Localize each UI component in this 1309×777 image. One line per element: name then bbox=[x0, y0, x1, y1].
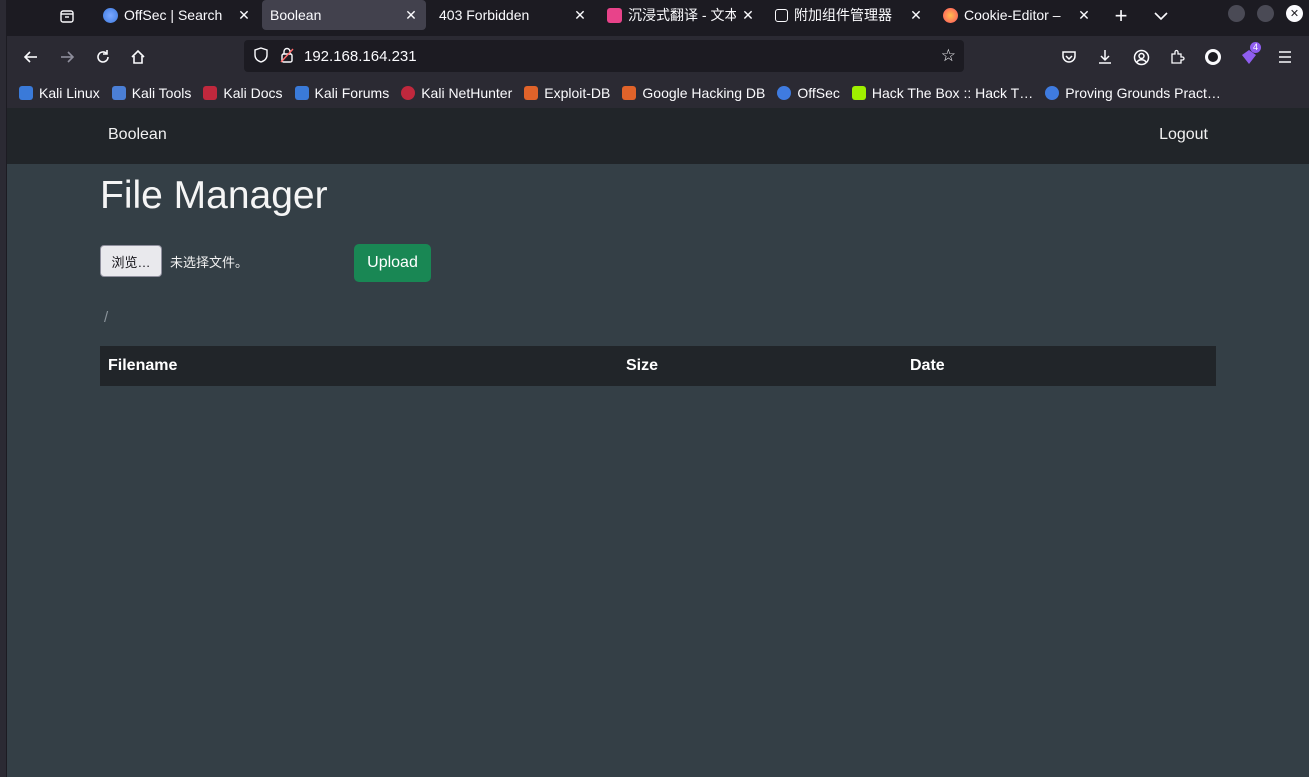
forward-icon[interactable] bbox=[53, 44, 81, 70]
browse-file-button[interactable]: 浏览… bbox=[100, 245, 162, 277]
window-close-icon[interactable]: ✕ bbox=[1286, 5, 1303, 22]
close-icon[interactable]: ✕ bbox=[235, 6, 253, 24]
back-icon[interactable] bbox=[17, 44, 45, 70]
bookmark-label: Kali Tools bbox=[131, 85, 192, 101]
bookmark-label: Kali Docs bbox=[223, 85, 283, 101]
tab-title: OffSec | Search bbox=[124, 7, 223, 23]
site-navbar: Boolean Logout bbox=[7, 108, 1309, 164]
offsec-icon bbox=[1045, 86, 1060, 100]
upload-button[interactable]: Upload bbox=[354, 244, 431, 282]
tab-title: 沉浸式翻译 - 文本 bbox=[628, 7, 736, 23]
bookmark-offsec[interactable]: OffSec bbox=[777, 85, 840, 101]
downloads-icon[interactable] bbox=[1091, 44, 1119, 70]
home-icon[interactable] bbox=[124, 44, 152, 70]
bookmark-hack-the-box[interactable]: Hack The Box :: Hack T… bbox=[851, 85, 1034, 101]
bookmark-label: Proving Grounds Pract… bbox=[1065, 85, 1221, 101]
logout-link[interactable]: Logout bbox=[1159, 126, 1208, 144]
exploit-db-icon bbox=[524, 86, 539, 100]
bookmark-kali-forums[interactable]: Kali Forums bbox=[294, 85, 390, 101]
extension-circle-icon[interactable] bbox=[1199, 44, 1227, 70]
bookmark-label: Kali Forums bbox=[314, 85, 390, 101]
firefox-icon bbox=[943, 7, 958, 23]
kali-tools-icon bbox=[111, 86, 126, 100]
no-file-selected-text: 未选择文件。 bbox=[170, 255, 249, 270]
offsec-favicon-icon bbox=[103, 7, 118, 23]
close-icon[interactable]: ✕ bbox=[739, 6, 757, 24]
insecure-lock-icon[interactable] bbox=[278, 47, 296, 66]
page-title: File Manager bbox=[100, 174, 328, 217]
date-column-header: Date bbox=[902, 346, 1216, 386]
extensions-icon[interactable] bbox=[1163, 44, 1191, 70]
bookmark-kali-linux[interactable]: Kali Linux bbox=[19, 85, 100, 101]
bookmark-label: Hack The Box :: Hack T… bbox=[871, 85, 1034, 101]
tab-403-forbidden[interactable]: 403 Forbidden ✕ bbox=[431, 0, 595, 30]
page-viewport: Boolean Logout File Manager 浏览… 未选择文件。 U… bbox=[7, 108, 1309, 777]
filename-column-header: Filename bbox=[100, 346, 618, 386]
kali-docs-icon bbox=[203, 86, 218, 100]
kali-forums-icon bbox=[294, 86, 309, 100]
bookmark-kali-tools[interactable]: Kali Tools bbox=[111, 85, 192, 101]
offsec-icon bbox=[777, 86, 792, 100]
url-bar[interactable]: 192.168.164.231 ☆ bbox=[244, 40, 964, 72]
htb-cube-icon bbox=[851, 86, 866, 100]
nethunter-icon bbox=[401, 86, 416, 100]
bookmark-label: Kali Linux bbox=[39, 85, 100, 101]
navigation-toolbar: 192.168.164.231 ☆ 4 bbox=[7, 36, 1309, 78]
maximize-icon[interactable] bbox=[1257, 5, 1274, 22]
translate-favicon-icon bbox=[607, 7, 622, 23]
url-text[interactable]: 192.168.164.231 bbox=[304, 48, 417, 65]
kali-dragon-icon bbox=[19, 86, 33, 100]
tab-immersive-translate[interactable]: 沉浸式翻译 - 文本 ✕ bbox=[599, 0, 763, 30]
bookmark-label: Google Hacking DB bbox=[642, 85, 766, 101]
close-icon[interactable]: ✕ bbox=[907, 6, 925, 24]
tab-boolean[interactable]: Boolean ✕ bbox=[262, 0, 426, 30]
close-icon[interactable]: ✕ bbox=[402, 6, 420, 24]
table-header-row: Filename Size Date bbox=[100, 346, 1216, 386]
close-icon[interactable]: ✕ bbox=[1075, 6, 1093, 24]
file-table: Filename Size Date bbox=[100, 346, 1216, 386]
minimize-icon[interactable] bbox=[1228, 5, 1245, 22]
bookmark-kali-nethunter[interactable]: Kali NetHunter bbox=[401, 85, 512, 101]
breadcrumb[interactable]: / bbox=[104, 309, 108, 326]
ghdb-icon bbox=[622, 86, 637, 100]
bookmark-proving-grounds[interactable]: Proving Grounds Pract… bbox=[1045, 85, 1221, 101]
bookmark-google-hacking-db[interactable]: Google Hacking DB bbox=[622, 85, 765, 101]
bookmark-label: Exploit-DB bbox=[544, 85, 611, 101]
bookmark-exploit-db[interactable]: Exploit-DB bbox=[524, 85, 610, 101]
new-tab-icon[interactable]: + bbox=[1108, 3, 1134, 29]
background-window-edge bbox=[0, 0, 7, 777]
tab-cookie-editor[interactable]: Cookie-Editor – ✕ bbox=[935, 0, 1099, 30]
close-icon[interactable]: ✕ bbox=[571, 6, 589, 24]
account-icon[interactable] bbox=[1127, 44, 1155, 70]
shield-icon[interactable] bbox=[252, 46, 270, 66]
bookmark-kali-docs[interactable]: Kali Docs bbox=[203, 85, 283, 101]
puzzle-icon bbox=[775, 8, 788, 22]
bookmark-star-icon[interactable]: ☆ bbox=[941, 46, 956, 66]
list-tabs-icon[interactable] bbox=[1148, 3, 1174, 29]
reload-icon[interactable] bbox=[89, 44, 117, 70]
pocket-icon[interactable] bbox=[1055, 44, 1083, 70]
tab-offsec-search[interactable]: OffSec | Search ✕ bbox=[95, 0, 259, 30]
tab-title: Cookie-Editor – bbox=[964, 7, 1061, 23]
navbar-brand-link[interactable]: Boolean bbox=[108, 126, 167, 144]
tab-title: 附加组件管理器 bbox=[794, 7, 892, 23]
size-column-header: Size bbox=[618, 346, 902, 386]
bookmarks-toolbar: Kali Linux Kali Tools Kali Docs Kali For… bbox=[7, 78, 1309, 108]
tab-overview-icon[interactable] bbox=[54, 3, 80, 29]
tab-title: Boolean bbox=[270, 7, 322, 23]
tab-strip: OffSec | Search ✕ Boolean ✕ 403 Forbidde… bbox=[7, 0, 1309, 36]
extension-badge: 4 bbox=[1250, 42, 1262, 53]
bookmark-label: Kali NetHunter bbox=[421, 85, 513, 101]
tab-addons-manager[interactable]: 附加组件管理器 ✕ bbox=[767, 0, 931, 30]
tab-title: 403 Forbidden bbox=[439, 7, 530, 23]
bookmark-label: OffSec bbox=[797, 85, 840, 101]
menu-icon[interactable] bbox=[1271, 44, 1299, 70]
